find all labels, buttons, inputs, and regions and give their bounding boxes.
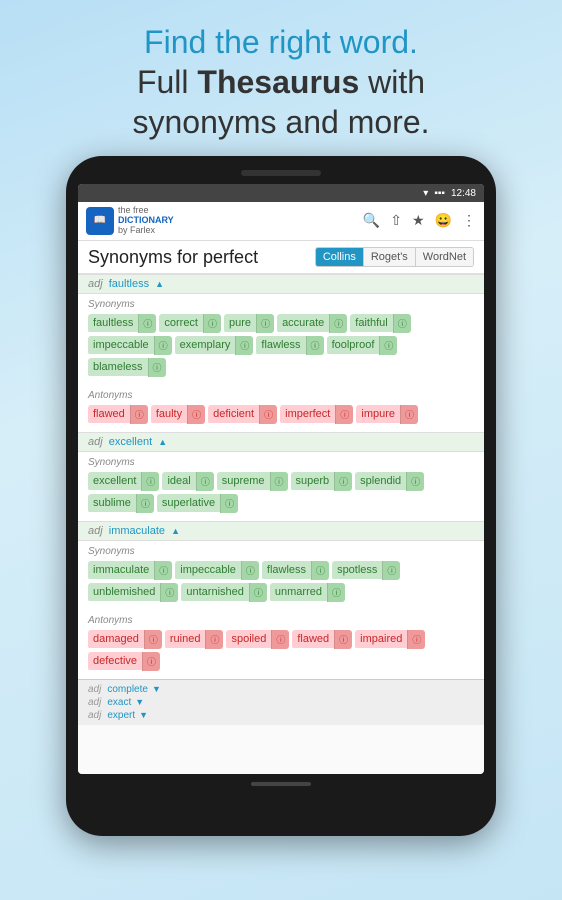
immaculate-antonyms-block: Antonyms damaged ⓘ ruined ⓘ spoiled ⓘ [78, 610, 484, 679]
chip-superb[interactable]: superb ⓘ [291, 472, 353, 491]
bottom-nav: adj complete ▼ adj exact ▼ adj expert ▼ [78, 679, 484, 725]
faultless-synonyms-block: Synonyms faultless ⓘ correct ⓘ pure ⓘ [78, 294, 484, 385]
chip-spotless[interactable]: spotless ⓘ [332, 561, 400, 580]
app-header: Find the right word. Full Thesaurus with… [102, 0, 459, 156]
status-bar: ▾ ▪▪▪ 12:48 [78, 184, 484, 202]
time-display: 12:48 [451, 188, 476, 199]
logo-text: the free DICTIONARY by Farlex [118, 206, 174, 236]
chip-flawed[interactable]: flawed ⓘ [88, 405, 148, 424]
chip-pure[interactable]: pure ⓘ [224, 314, 274, 333]
phone-speaker [241, 170, 321, 176]
app-toolbar: 📖 the free DICTIONARY by Farlex 🔍 ⇧ ★ 😀 … [78, 202, 484, 241]
tab-wordnet[interactable]: WordNet [416, 248, 473, 266]
chip-impure[interactable]: impure ⓘ [356, 405, 418, 424]
chip-unmarred[interactable]: unmarred ⓘ [270, 583, 345, 602]
star-icon[interactable]: ★ [412, 212, 425, 229]
chip-excellent[interactable]: excellent ⓘ [88, 472, 159, 491]
chip-impaired[interactable]: impaired ⓘ [355, 630, 425, 649]
chip-untarnished[interactable]: untarnished ⓘ [181, 583, 267, 602]
chip-impeccable[interactable]: impeccable ⓘ [88, 336, 172, 355]
chip-splendid[interactable]: splendid ⓘ [355, 472, 424, 491]
chip-immaculate[interactable]: immaculate ⓘ [88, 561, 172, 580]
chip-unblemished[interactable]: unblemished ⓘ [88, 583, 178, 602]
immaculate-synonyms-grid: immaculate ⓘ impeccable ⓘ flawless ⓘ spo… [88, 561, 474, 602]
chip-damaged[interactable]: damaged ⓘ [88, 630, 162, 649]
logo-icon: 📖 [86, 207, 114, 235]
search-icon[interactable]: 🔍 [363, 212, 380, 229]
tab-collins[interactable]: Collins [316, 248, 364, 266]
chip-superlative[interactable]: superlative ⓘ [157, 494, 238, 513]
wifi-icon: ▾ [423, 188, 428, 199]
phone-screen: ▾ ▪▪▪ 12:48 📖 the free DICTIONARY by Far… [78, 184, 484, 774]
header-line3: synonyms and more. [132, 102, 429, 142]
excellent-synonyms-block: Synonyms excellent ⓘ ideal ⓘ supreme ⓘ [78, 452, 484, 521]
chip-foolproof[interactable]: foolproof ⓘ [327, 336, 398, 355]
chip-flawless2[interactable]: flawless ⓘ [262, 561, 329, 580]
tab-rogets[interactable]: Roget's [364, 248, 416, 266]
chip-correct[interactable]: correct ⓘ [159, 314, 221, 333]
page-title: Synonyms for perfect [88, 247, 258, 268]
app-logo: 📖 the free DICTIONARY by Farlex [86, 206, 174, 236]
chip-ideal[interactable]: ideal ⓘ [162, 472, 213, 491]
phone-device: ▾ ▪▪▪ 12:48 📖 the free DICTIONARY by Far… [66, 156, 496, 836]
signal-icon: ▪▪▪ [434, 188, 445, 199]
immaculate-synonyms-block: Synonyms immaculate ⓘ impeccable ⓘ flawl… [78, 541, 484, 610]
phone-home-button[interactable] [251, 782, 311, 786]
chip-faultless[interactable]: faultless ⓘ [88, 314, 156, 333]
excellent-synonyms-grid: excellent ⓘ ideal ⓘ supreme ⓘ superb ⓘ [88, 472, 474, 513]
header-line2: Full Thesaurus with [132, 62, 429, 102]
section-header-excellent: adj excellent ▲ [78, 432, 484, 452]
chip-spoiled[interactable]: spoiled ⓘ [226, 630, 289, 649]
chip-imperfect[interactable]: imperfect ⓘ [280, 405, 353, 424]
chip-accurate[interactable]: accurate ⓘ [277, 314, 347, 333]
chip-flawless[interactable]: flawless ⓘ [256, 336, 323, 355]
immaculate-antonyms-grid: damaged ⓘ ruined ⓘ spoiled ⓘ flawed ⓘ [88, 630, 474, 671]
header-line1: Find the right word. [132, 22, 429, 62]
chip-blameless[interactable]: blameless ⓘ [88, 358, 166, 377]
nav-expert[interactable]: adj expert ▼ [88, 709, 474, 722]
tab-group: Collins Roget's WordNet [315, 247, 474, 267]
section-header-faultless: adj faultless ▲ [78, 274, 484, 294]
chip-faithful[interactable]: faithful ⓘ [350, 314, 410, 333]
chip-exemplary[interactable]: exemplary ⓘ [175, 336, 254, 355]
chip-impeccable2[interactable]: impeccable ⓘ [175, 561, 259, 580]
nav-complete[interactable]: adj complete ▼ [88, 683, 474, 696]
chip-sublime[interactable]: sublime ⓘ [88, 494, 154, 513]
share-icon[interactable]: ⇧ [390, 212, 402, 229]
chip-ruined[interactable]: ruined ⓘ [165, 630, 224, 649]
faultless-synonyms-grid: faultless ⓘ correct ⓘ pure ⓘ accurate ⓘ [88, 314, 474, 377]
nav-exact[interactable]: adj exact ▼ [88, 696, 474, 709]
chip-faulty[interactable]: faulty ⓘ [151, 405, 205, 424]
chip-deficient[interactable]: deficient ⓘ [208, 405, 277, 424]
more-icon[interactable]: ⋮ [462, 212, 476, 229]
faultless-antonyms-block: Antonyms flawed ⓘ faulty ⓘ deficient ⓘ [78, 385, 484, 432]
emoji-icon[interactable]: 😀 [435, 212, 452, 229]
chip-supreme[interactable]: supreme ⓘ [217, 472, 288, 491]
section-header-immaculate: adj immaculate ▲ [78, 521, 484, 541]
content-area[interactable]: adj faultless ▲ Synonyms faultless ⓘ cor… [78, 274, 484, 774]
toolbar-icons: 🔍 ⇧ ★ 😀 ⋮ [363, 212, 476, 229]
faultless-antonyms-grid: flawed ⓘ faulty ⓘ deficient ⓘ imperfect … [88, 405, 474, 424]
chip-flawed2[interactable]: flawed ⓘ [292, 630, 352, 649]
chip-defective[interactable]: defective ⓘ [88, 652, 160, 671]
title-row: Synonyms for perfect Collins Roget's Wor… [78, 241, 484, 274]
